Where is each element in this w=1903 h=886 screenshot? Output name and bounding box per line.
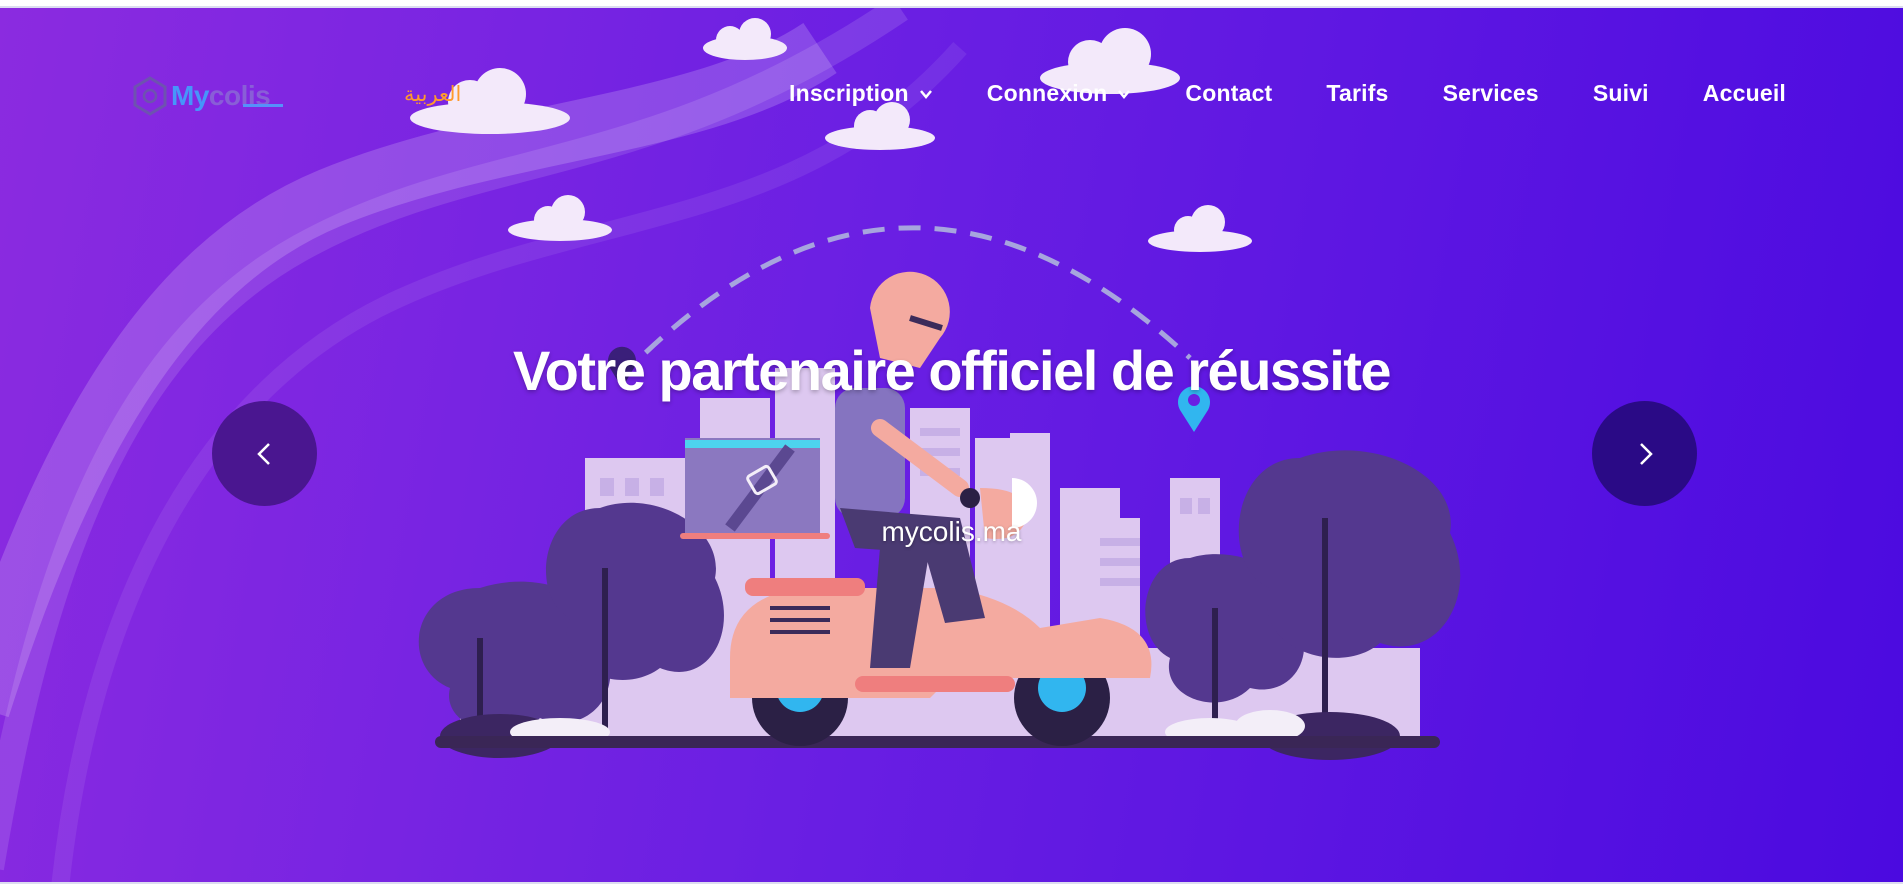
logo-text-my: My [171, 80, 209, 111]
chevron-down-icon [1118, 89, 1131, 99]
hexagon-logo-icon [133, 76, 167, 116]
hero-subtitle: mycolis.ma [881, 516, 1022, 547]
nav-item-tarifs[interactable]: Tarifs [1326, 80, 1388, 107]
mycolis-logo[interactable]: Mycolis [133, 74, 293, 118]
nav-item-label: Contact [1185, 80, 1273, 106]
cloud-icon [508, 195, 612, 241]
nav-item-label: Tarifs [1326, 80, 1389, 106]
nav-item-inscription[interactable]: Inscription [789, 80, 933, 107]
nav-item-connexion[interactable]: Connexion [987, 80, 1132, 107]
nav-item-accueil[interactable]: Accueil [1703, 80, 1786, 107]
chevron-right-icon [1639, 442, 1653, 465]
cloud-icon [1148, 205, 1252, 252]
nav-item-label: Connexion [986, 80, 1108, 106]
chevron-left-icon [256, 442, 270, 465]
nav-item-label: Services [1442, 80, 1539, 106]
carousel-next-button[interactable] [1592, 401, 1697, 506]
nav-item-services[interactable]: Services [1443, 80, 1539, 107]
nav-item-contact[interactable]: Contact [1185, 80, 1272, 107]
chevron-down-icon [919, 89, 932, 99]
nav-item-label: Inscription [789, 80, 909, 106]
main-navigation: Inscription Connexion Contact Tarifs Ser… [789, 80, 1786, 107]
hero-title: Votre partenaire officiel de réussite [512, 339, 1392, 402]
cloud-icon [825, 102, 935, 150]
logo-underline [243, 104, 283, 107]
carousel-prev-button[interactable] [212, 401, 317, 506]
logo-wordmark: Mycolis [171, 80, 271, 112]
nav-item-label: Suivi [1592, 80, 1649, 106]
nav-item-suivi[interactable]: Suivi [1593, 80, 1649, 107]
nav-item-label: Accueil [1702, 80, 1786, 106]
cloud-icon [703, 18, 787, 60]
hero-section: Mycolis العربية Inscription Connexion Co… [0, 6, 1903, 884]
arabic-language-link[interactable]: العربية [404, 82, 461, 107]
